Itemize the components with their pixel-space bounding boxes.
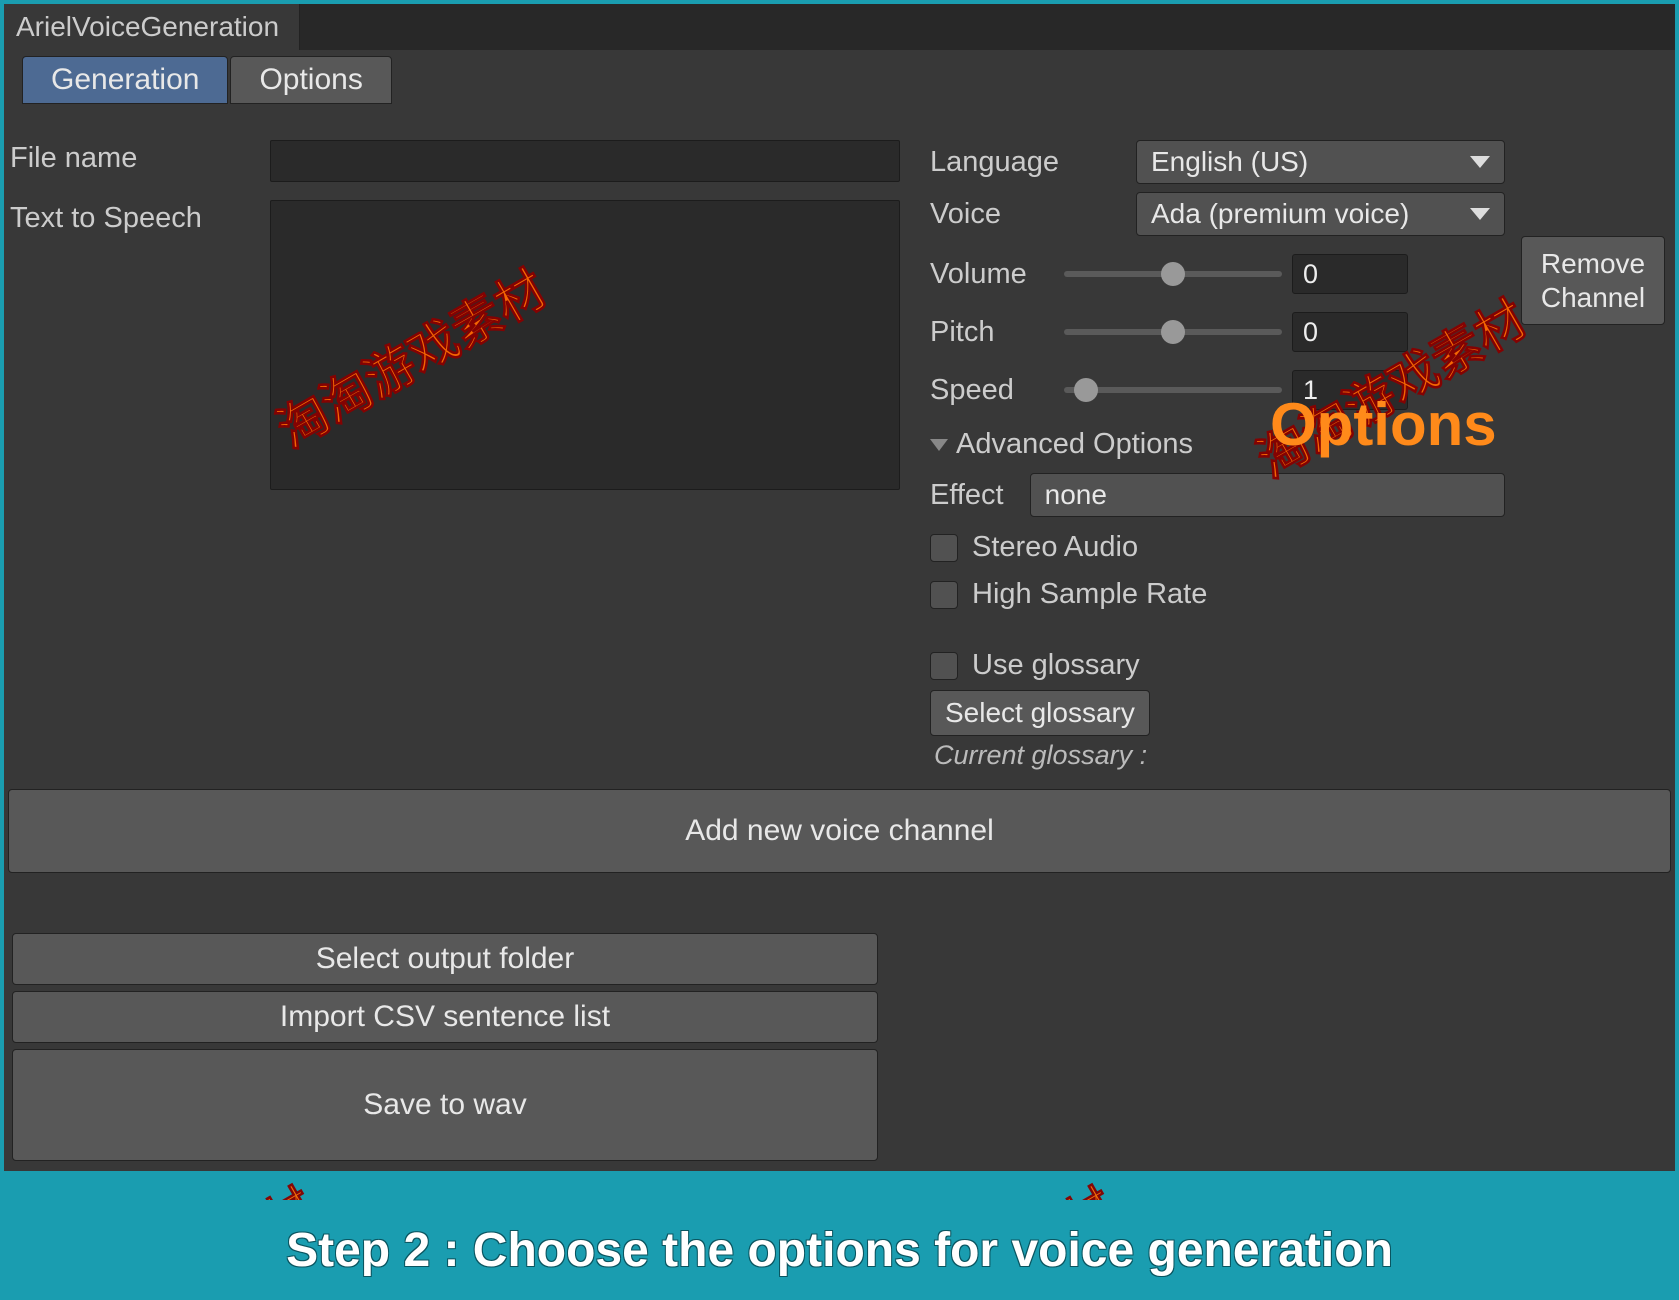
- language-value: English (US): [1151, 146, 1308, 178]
- tab-generation[interactable]: Generation: [22, 56, 228, 104]
- window-titlebar: ArielVoiceGeneration: [4, 4, 1675, 50]
- speed-slider[interactable]: [1064, 387, 1282, 393]
- select-output-folder-button[interactable]: Select output folder: [12, 933, 878, 985]
- pitch-field[interactable]: [1292, 312, 1408, 352]
- volume-label: Volume: [930, 258, 1054, 291]
- triangle-down-icon: [930, 439, 948, 451]
- file-name-input[interactable]: [270, 140, 900, 182]
- use-glossary-label: Use glossary: [972, 649, 1140, 682]
- file-name-label: File name: [10, 140, 264, 175]
- effect-dropdown[interactable]: none: [1030, 473, 1505, 517]
- speed-thumb[interactable]: [1074, 378, 1098, 402]
- select-glossary-button[interactable]: Select glossary: [930, 690, 1150, 736]
- tts-label: Text to Speech: [10, 200, 264, 235]
- speed-label: Speed: [930, 374, 1054, 407]
- language-label: Language: [930, 146, 1126, 179]
- import-csv-button[interactable]: Import CSV sentence list: [12, 991, 878, 1043]
- language-dropdown[interactable]: English (US): [1136, 140, 1505, 184]
- effect-value: none: [1045, 479, 1107, 511]
- chevron-down-icon: [1470, 208, 1490, 220]
- pitch-slider[interactable]: [1064, 329, 1282, 335]
- tab-options[interactable]: Options: [230, 56, 391, 104]
- window-title: ArielVoiceGeneration: [16, 11, 279, 43]
- add-channel-button[interactable]: Add new voice channel: [8, 789, 1671, 873]
- remove-channel-button[interactable]: Remove Channel: [1521, 236, 1665, 325]
- speed-field[interactable]: [1292, 370, 1408, 410]
- stereo-audio-checkbox[interactable]: [930, 534, 958, 562]
- high-sample-rate-checkbox[interactable]: [930, 581, 958, 609]
- form-area: File name Text to Speech Language Englis…: [4, 104, 1675, 781]
- window-title-tab[interactable]: ArielVoiceGeneration: [4, 4, 300, 50]
- high-sample-rate-label: High Sample Rate: [972, 578, 1207, 611]
- volume-thumb[interactable]: [1161, 262, 1185, 286]
- volume-field[interactable]: [1292, 254, 1408, 294]
- current-glossary-label: Current glossary :: [934, 740, 1505, 771]
- voice-value: Ada (premium voice): [1151, 198, 1409, 230]
- stereo-audio-label: Stereo Audio: [972, 531, 1138, 564]
- caption-bar: Step 2 : Choose the options for voice ge…: [0, 1200, 1679, 1300]
- advanced-options-foldout[interactable]: Advanced Options: [930, 428, 1505, 461]
- pitch-thumb[interactable]: [1161, 320, 1185, 344]
- effect-label: Effect: [930, 479, 1004, 512]
- chevron-down-icon: [1470, 156, 1490, 168]
- voice-dropdown[interactable]: Ada (premium voice): [1136, 192, 1505, 236]
- save-to-wav-button[interactable]: Save to wav: [12, 1049, 878, 1161]
- advanced-options-label: Advanced Options: [956, 428, 1193, 461]
- pitch-label: Pitch: [930, 316, 1054, 349]
- tts-textarea[interactable]: [270, 200, 900, 490]
- use-glossary-checkbox[interactable]: [930, 652, 958, 680]
- voice-label: Voice: [930, 198, 1126, 231]
- tab-strip: Generation Options: [4, 50, 1675, 104]
- caption-text: Step 2 : Choose the options for voice ge…: [286, 1223, 1393, 1278]
- volume-slider[interactable]: [1064, 271, 1282, 277]
